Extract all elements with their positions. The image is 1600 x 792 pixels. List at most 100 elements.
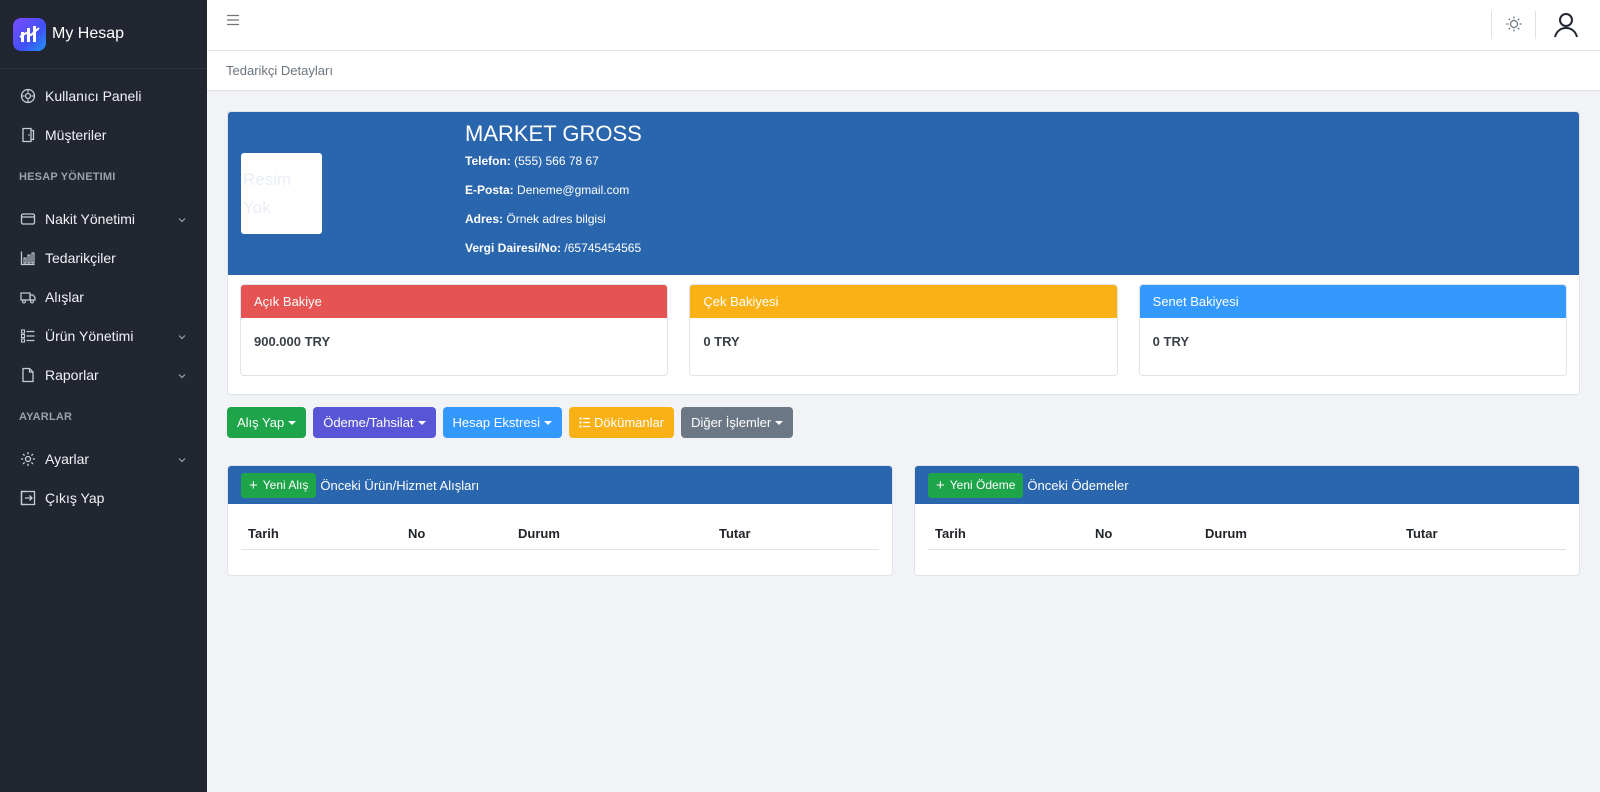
sidebar-item-label: Raporlar — [45, 366, 99, 383]
column-header[interactable]: Tutar — [1406, 526, 1438, 541]
button-label: Yeni Ödeme — [949, 478, 1016, 492]
balance-title: Çek Bakiyesi — [690, 285, 1117, 318]
supplier-profile: Resim Yok MARKET GROSS Telefon: (555) 56… — [227, 111, 1580, 395]
supplier-name: MARKET GROSS — [465, 121, 642, 146]
sidebar-nav: Kullanıcı Paneli Müşteriler HESAP YÖNETI… — [0, 69, 207, 517]
statement-dropdown-button[interactable]: Hesap Ekstresi — [442, 407, 562, 438]
caret-down-icon — [543, 420, 552, 425]
address-value: Örnek adres bilgisi — [506, 212, 606, 226]
address-label: Adres: — [465, 212, 504, 226]
photo-placeholder-line2: Yok — [243, 198, 271, 217]
header-divider — [1535, 11, 1536, 39]
hamburger-icon[interactable] — [226, 13, 240, 31]
purchase-dropdown-button[interactable]: Alış Yap — [227, 407, 307, 438]
balance-card-check: Çek Bakiyesi 0 TRY — [689, 284, 1118, 376]
button-label: Yeni Alış — [262, 478, 309, 492]
button-label: Diğer İşlemler — [691, 415, 772, 430]
section-title-account-management: HESAP YÖNETIMI — [19, 170, 116, 183]
sidebar-item-label: Müşteriler — [45, 126, 107, 143]
brand-logo-icon — [13, 17, 46, 51]
truck-icon — [19, 288, 37, 306]
section-title-settings: AYARLAR — [19, 410, 73, 423]
sidebar-item-label: Ürün Yönetimi — [45, 327, 134, 344]
plus-icon: + — [249, 476, 258, 494]
chevron-down-icon — [177, 452, 187, 468]
sidebar-item-product-management[interactable]: Ürün Yönetimi — [0, 316, 207, 355]
sidebar-item-customers[interactable]: Müşteriler — [0, 115, 207, 154]
button-label: Hesap Ekstresi — [452, 415, 540, 430]
sidebar-item-label: Alışlar — [45, 288, 84, 305]
column-header[interactable]: Tutar — [719, 526, 751, 541]
sidebar-item-reports[interactable]: Raporlar — [0, 355, 207, 394]
balance-value: 0 TRY — [703, 334, 740, 349]
balance-title: Açık Bakiye — [241, 285, 668, 318]
sidebar-item-purchases[interactable]: Alışlar — [0, 277, 207, 316]
button-label: Alış Yap — [237, 415, 285, 430]
chevron-down-icon — [177, 212, 187, 228]
purchases-card: + Yeni Alış Önceki Ürün/Hizmet Alışları … — [227, 465, 893, 576]
balance-card-note: Senet Bakiyesi 0 TRY — [1138, 284, 1567, 376]
list-icon — [579, 417, 590, 428]
button-label: Ödeme/Tahsilat — [323, 415, 414, 430]
payments-header: + Yeni Ödeme Önceki Ödemeler — [915, 466, 1579, 504]
new-purchase-button[interactable]: + Yeni Alış — [241, 472, 317, 498]
column-header[interactable]: Durum — [518, 526, 560, 541]
column-header[interactable]: No — [408, 526, 425, 541]
chart-bar-icon — [19, 249, 37, 267]
profile-card: Resim Yok MARKET GROSS Telefon: (555) 56… — [227, 111, 1580, 395]
photo-placeholder-line1: Resim — [243, 170, 292, 189]
balance-row: Açık Bakiye 900.000 TRY Çek Bakiyesi 0 T… — [240, 284, 1567, 376]
supplier-tax: Vergi Dairesi/No: /65745454565 — [465, 241, 641, 255]
door-icon — [19, 126, 37, 144]
sidebar-item-dashboard[interactable]: Kullanıcı Paneli — [0, 76, 207, 115]
wallet-icon — [19, 210, 37, 228]
brand[interactable]: My Hesap — [0, 0, 207, 69]
chevron-down-icon — [177, 368, 187, 384]
sidebar-item-settings[interactable]: Ayarlar — [0, 439, 207, 478]
email-value: Deneme@gmail.com — [517, 183, 630, 197]
phone-label: Telefon: — [465, 154, 511, 168]
payments-title: Önceki Ödemeler — [1027, 477, 1129, 493]
column-header[interactable]: Durum — [1205, 526, 1247, 541]
user-icon[interactable] — [1552, 11, 1580, 44]
sidebar-item-label: Ayarlar — [45, 450, 90, 467]
sidebar-item-label: Kullanıcı Paneli — [45, 87, 142, 104]
sun-icon[interactable] — [1504, 14, 1524, 39]
purchases-title: Önceki Ürün/Hizmet Alışları — [320, 477, 480, 493]
sidebar-item-label: Çıkış Yap — [45, 489, 105, 506]
other-actions-dropdown-button[interactable]: Diğer İşlemler — [681, 407, 794, 438]
brand-name: My Hesap — [52, 25, 125, 42]
chevron-down-icon — [177, 329, 187, 345]
payment-dropdown-button[interactable]: Ödeme/Tahsilat — [313, 407, 436, 438]
supplier-phone: Telefon: (555) 566 78 67 — [465, 154, 599, 168]
column-header[interactable]: Tarih — [248, 526, 279, 541]
file-icon — [19, 366, 37, 384]
new-payment-button[interactable]: + Yeni Ödeme — [928, 472, 1024, 498]
table-header-row: Tarih No Durum Tutar — [928, 504, 1566, 550]
sidebar-item-cash-management[interactable]: Nakit Yönetimi — [0, 199, 207, 238]
sidebar-item-label: Tedarikçiler — [45, 249, 116, 266]
supplier-email: E-Posta: Deneme@gmail.com — [465, 183, 629, 197]
action-buttons: Alış Yap Ödeme/Tahsilat Hesap Ekstresi D… — [227, 407, 794, 438]
breadcrumb-bar: Tedarikçi Detayları — [207, 51, 1600, 91]
documents-button[interactable]: Dökümanlar — [568, 407, 675, 438]
sidebar-item-suppliers[interactable]: Tedarikçiler — [0, 238, 207, 277]
sidebar-item-logout[interactable]: Çıkış Yap — [0, 478, 207, 517]
tax-label: Vergi Dairesi/No: — [465, 241, 562, 255]
balance-value: 900.000 TRY — [254, 334, 331, 349]
gear-icon — [19, 450, 37, 468]
purchases-header: + Yeni Alış Önceki Ürün/Hizmet Alışları — [228, 466, 892, 504]
header-divider — [1491, 11, 1492, 39]
caret-down-icon — [417, 420, 426, 425]
balance-title: Senet Bakiyesi — [1139, 285, 1566, 318]
breadcrumb: Tedarikçi Detayları — [226, 63, 333, 78]
supplier-address: Adres: Örnek adres bilgisi — [465, 212, 606, 226]
supplier-photo: Resim Yok — [241, 153, 322, 234]
plus-icon: + — [936, 476, 945, 494]
list-icon — [19, 327, 37, 345]
balance-value: 0 TRY — [1152, 334, 1190, 349]
column-header[interactable]: No — [1095, 526, 1112, 541]
phone-value: (555) 566 78 67 — [514, 154, 599, 168]
caret-down-icon — [288, 420, 297, 425]
column-header[interactable]: Tarih — [935, 526, 966, 541]
